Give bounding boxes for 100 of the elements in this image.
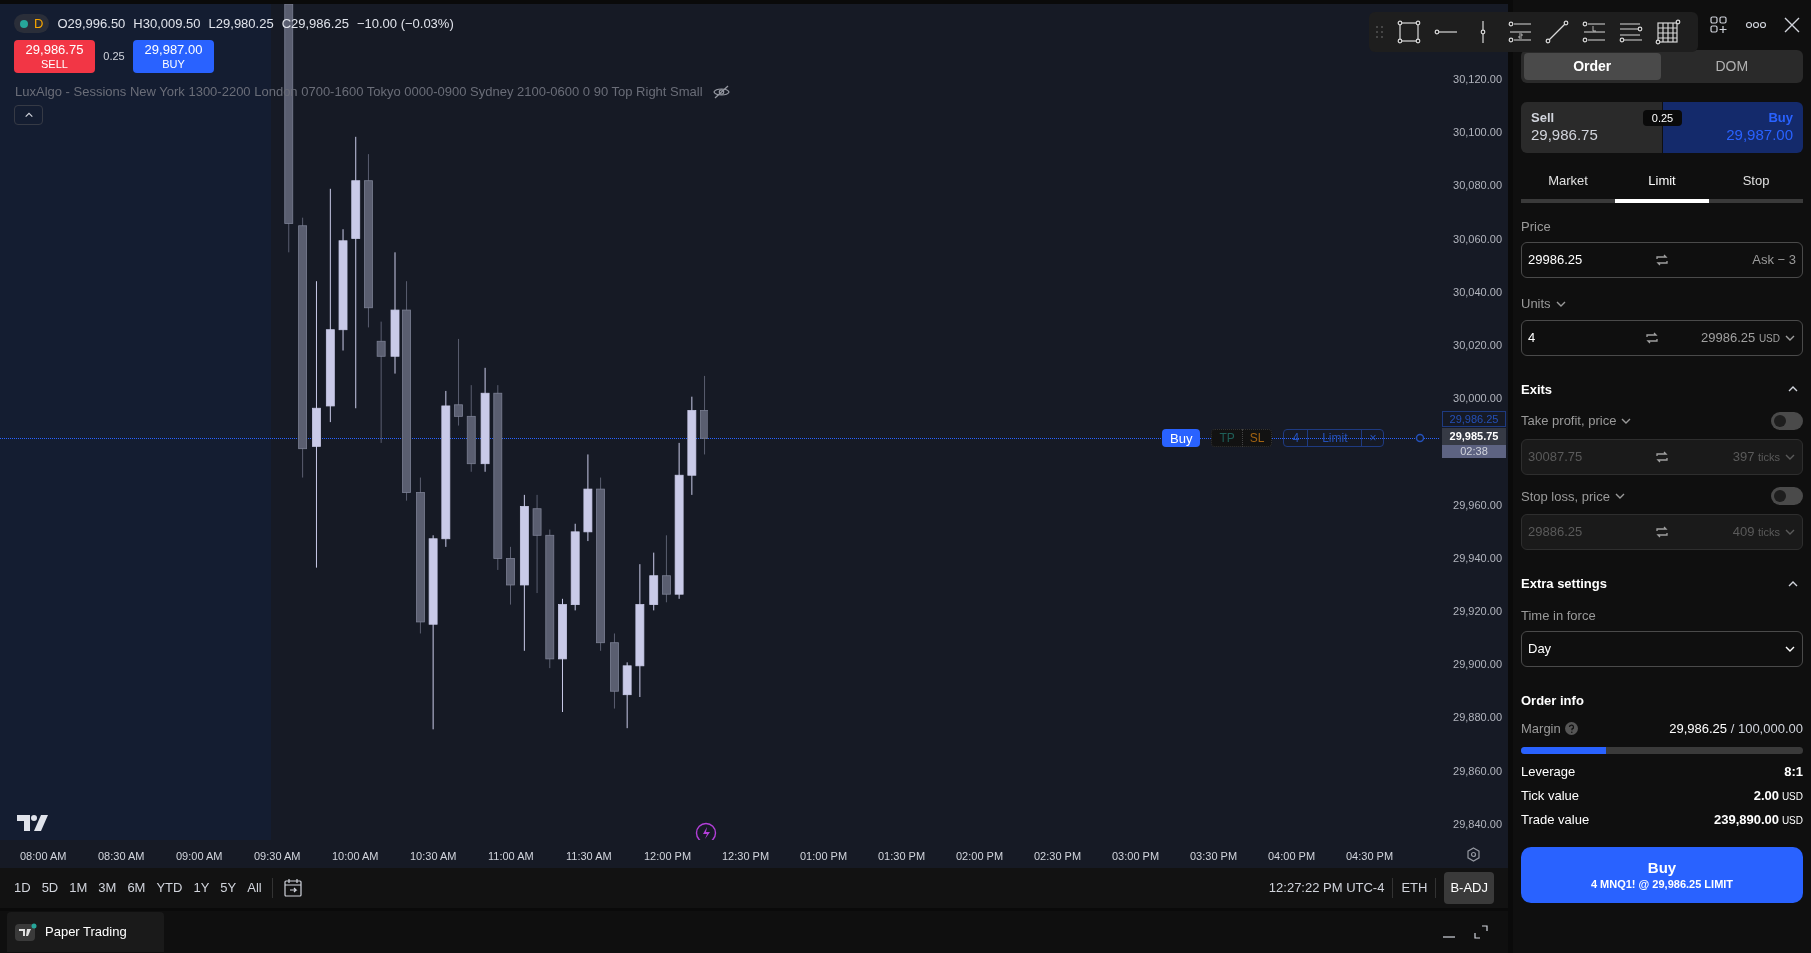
margin-value: 29,986.25 / 100,000.00	[1669, 719, 1803, 738]
price-label: 29,920.00	[1453, 606, 1502, 617]
time-label: 08:30 AM	[98, 849, 145, 864]
time-label: 08:00 AM	[20, 849, 67, 864]
sell-button[interactable]: 29,986.75 SELL	[14, 40, 95, 73]
price-label: 30,060.00	[1453, 233, 1502, 245]
adjust-button[interactable]: B-ADJ	[1444, 872, 1494, 904]
toggle-switch[interactable]	[1771, 411, 1803, 430]
close-icon[interactable]	[1783, 16, 1801, 34]
panel-tab[interactable]: Order	[1524, 53, 1661, 80]
grip-icon[interactable]	[1375, 24, 1385, 40]
panel-title: Paper Trading	[45, 923, 127, 942]
clock-label[interactable]: 12:27:22 PM UTC-4	[1268, 878, 1385, 898]
exit-price-value[interactable]: 29886.25	[1528, 522, 1628, 542]
price-input[interactable]: 29986.25 Ask − 3	[1521, 242, 1803, 278]
time-label: 04:00 PM	[1268, 849, 1316, 864]
order-type-tab[interactable]: Market	[1521, 165, 1615, 203]
time-in-force-select[interactable]: Day	[1521, 631, 1803, 667]
time-label: 10:00 AM	[332, 849, 379, 864]
range-button[interactable]: 1M	[69, 878, 88, 898]
eye-off-icon[interactable]	[712, 84, 730, 99]
price-label: 29,860.00	[1453, 765, 1502, 777]
help-icon[interactable]	[1564, 721, 1578, 735]
range-button[interactable]: 3M	[98, 878, 117, 898]
info-label: Tick value	[1521, 786, 1580, 805]
time-label: 03:00 PM	[1112, 849, 1160, 864]
price-label: 30,080.00	[1453, 180, 1502, 192]
paper-trading-tab[interactable]: Paper Trading	[7, 912, 164, 952]
price-label: 29,840.00	[1453, 818, 1502, 830]
price-range-icon[interactable]	[1507, 19, 1533, 45]
more-icon[interactable]	[1745, 21, 1767, 29]
units-dropdown[interactable]: Units	[1521, 294, 1551, 314]
time-label: 02:30 PM	[1034, 849, 1082, 864]
info-value: 2.00 USD	[1753, 786, 1803, 805]
calendar-icon[interactable]	[282, 878, 303, 898]
swap-icon[interactable]	[1654, 252, 1670, 268]
stop-loss-label[interactable]: SL	[1241, 429, 1272, 447]
maximize-icon[interactable]	[1474, 925, 1488, 939]
range-button[interactable]: 1Y	[193, 878, 210, 898]
collapse-button[interactable]	[14, 105, 43, 125]
rectangle-tool-icon[interactable]	[1396, 19, 1422, 45]
margin-label: Margin	[1521, 719, 1561, 738]
info-value: 239,890.00 USD	[1714, 810, 1803, 829]
time-label: 01:30 PM	[878, 849, 926, 864]
range-button[interactable]: All	[247, 878, 262, 898]
close-value: C29,986.25	[281, 15, 349, 33]
units-input[interactable]: 4 29986.25 USD	[1521, 319, 1803, 356]
exit-ticks: 397 ticks	[1732, 447, 1780, 466]
time-label: 02:00 PM	[956, 849, 1004, 864]
candle	[662, 534, 671, 603]
range-button[interactable]: 5Y	[220, 878, 237, 898]
buy-button[interactable]: 29,987.00 BUY	[133, 40, 214, 73]
price-label: 30,040.00	[1453, 286, 1502, 298]
price-label: 30,100.00	[1453, 127, 1502, 139]
info-label: Leverage	[1521, 762, 1576, 781]
range-button[interactable]: 6M	[127, 878, 146, 898]
settings-icon[interactable]	[1466, 847, 1481, 862]
section-title: Exits	[1521, 380, 1553, 399]
toggle-switch[interactable]	[1771, 487, 1803, 506]
submit-order-button[interactable]: Buy 4 MNQ1! @ 29,986.25 LIMIT	[1521, 847, 1803, 903]
exit-brackets-tag[interactable]: TP SL	[1211, 429, 1273, 447]
session-button[interactable]: ETH	[1401, 878, 1428, 898]
panel-tab[interactable]: DOM	[1663, 53, 1800, 80]
add-layout-icon[interactable]	[1709, 15, 1729, 35]
low-value: L29,980.25	[208, 15, 274, 33]
info-value: 8:1	[1784, 762, 1803, 781]
interval-label: D	[34, 15, 44, 33]
long-position-icon[interactable]	[1581, 19, 1607, 45]
range-button[interactable]: 5D	[41, 878, 59, 898]
range-button[interactable]: 1D	[14, 878, 31, 898]
time-label: 09:00 AM	[176, 849, 223, 864]
exit-ticks: 409 ticks	[1732, 523, 1780, 542]
order-side-button[interactable]: Buy	[1162, 429, 1201, 447]
price-hint: Ask − 3	[1751, 251, 1796, 270]
time-label: 12:00 PM	[644, 849, 692, 864]
time-label: 12:30 PM	[722, 849, 770, 864]
logo-icon	[17, 815, 48, 831]
spread-value: 0.25	[102, 49, 126, 65]
exit-label[interactable]: Take profit, price	[1521, 411, 1617, 431]
order-price-label: 29,986.25	[1442, 411, 1506, 427]
section-title: Extra settings	[1521, 575, 1607, 593]
time-label: 11:00 AM	[488, 849, 534, 864]
range-button[interactable]: YTD	[156, 878, 183, 898]
high-value: H30,009.50	[133, 15, 201, 33]
exit-price-value[interactable]: 30087.75	[1528, 446, 1628, 467]
section-title: Order info	[1521, 692, 1585, 710]
time-label: 03:30 PM	[1190, 849, 1238, 864]
exit-label[interactable]: Stop loss, price	[1521, 486, 1610, 506]
lightning-icon[interactable]	[695, 822, 717, 840]
open-value: O29,996.50	[57, 15, 126, 33]
trend-line-icon[interactable]	[1544, 19, 1570, 45]
swap-icon[interactable]	[1654, 524, 1670, 540]
time-label: 11:30 AM	[566, 849, 612, 864]
time-label: 01:00 PM	[800, 849, 848, 864]
order-type-tab[interactable]: Stop	[1709, 165, 1803, 203]
grid-tool-icon[interactable]	[1655, 19, 1681, 45]
candle	[506, 546, 515, 606]
order-type-tab[interactable]: Limit	[1615, 165, 1709, 203]
drag-handle-icon[interactable]	[1415, 433, 1426, 443]
spread-badge: 0.25	[1643, 110, 1682, 126]
